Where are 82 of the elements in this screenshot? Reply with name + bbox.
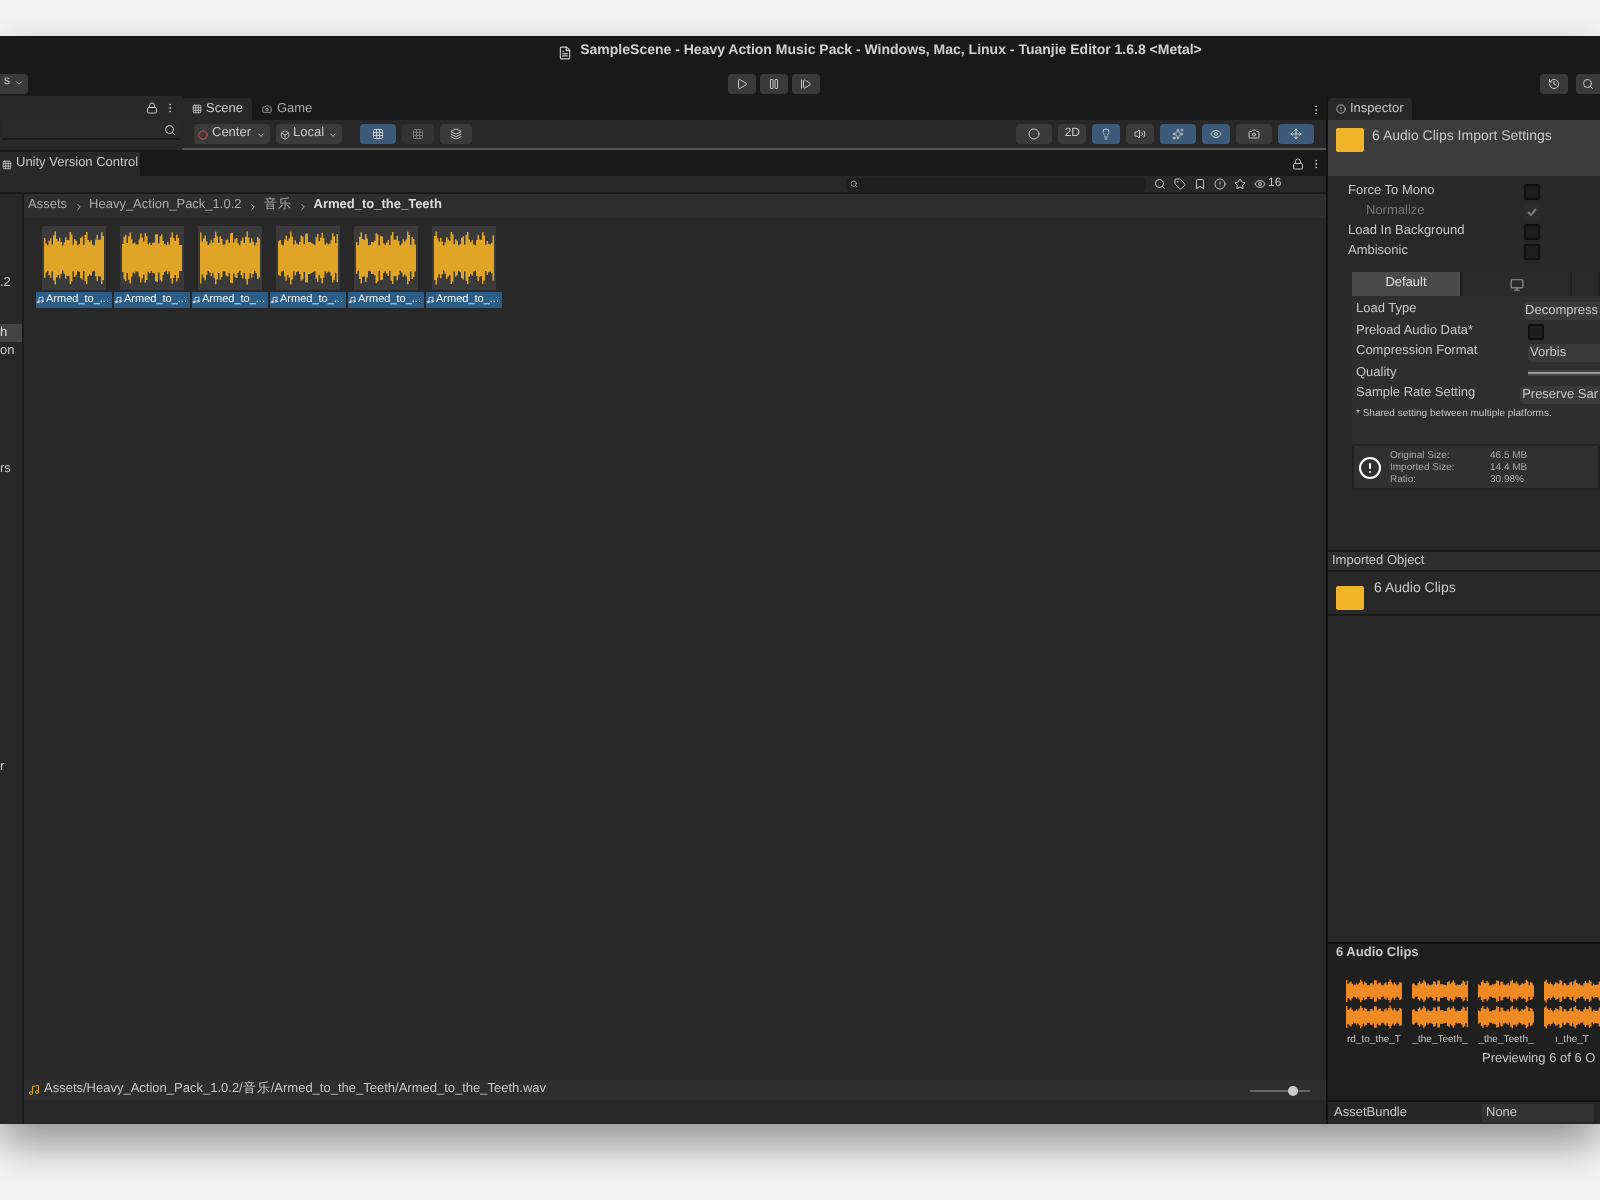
waveform-thumbnail[interactable] [432, 226, 496, 290]
music-note-icon [348, 296, 356, 305]
camera-icon [262, 104, 273, 114]
search-field[interactable] [846, 177, 1146, 191]
waveform-drawing [200, 230, 260, 286]
search-button[interactable] [1576, 73, 1600, 93]
info-icon [1336, 104, 1346, 114]
snap-button[interactable] [402, 124, 435, 144]
caret-icon [255, 129, 266, 139]
grid-icon [412, 128, 425, 140]
waveform-thumbnail[interactable] [354, 226, 418, 290]
history-button[interactable] [1540, 73, 1568, 93]
visibility-button[interactable] [1202, 124, 1230, 144]
search-icon [1154, 178, 1166, 190]
grid-snap-button[interactable] [360, 124, 397, 144]
waveform-thumbnail[interactable] [198, 226, 262, 290]
chevron-icon [297, 201, 308, 211]
checkbox[interactable] [1528, 323, 1544, 340]
tag-icon [1174, 178, 1186, 190]
grid-icon [372, 128, 385, 140]
label-icon [1194, 178, 1206, 190]
lock-icon [146, 102, 158, 114]
audio-clips-icon [1336, 585, 1364, 609]
waveform-thumbnail[interactable] [276, 226, 340, 290]
grid-icon [2, 159, 12, 169]
audio-clips-icon [1336, 128, 1364, 152]
chevron-icon [73, 201, 84, 211]
play-button[interactable] [728, 73, 756, 93]
gizmos-button[interactable] [1278, 124, 1314, 144]
chevron-icon [247, 201, 258, 211]
pause-icon [768, 77, 780, 89]
music-note-icon [114, 296, 122, 305]
waveform-thumbnail[interactable] [120, 226, 184, 290]
eye-icon [1254, 178, 1266, 190]
lock-icon [1292, 158, 1304, 170]
effects-button[interactable] [1160, 124, 1196, 144]
lighting-button[interactable] [1092, 124, 1120, 144]
caret-icon [328, 129, 339, 139]
waveform-drawing [356, 230, 416, 286]
monitor-icon [1509, 277, 1523, 291]
pause-button[interactable] [760, 73, 788, 93]
document-icon [558, 46, 573, 60]
waveform-thumbnail[interactable] [42, 226, 106, 290]
waveform-drawing [1346, 978, 1402, 1030]
waveform-drawing [1544, 978, 1600, 1030]
caret-icon [14, 78, 24, 88]
shading-dropdown[interactable] [1016, 124, 1053, 144]
move-icon [1290, 128, 1302, 140]
star-icon [1234, 178, 1246, 190]
waveform-drawing [278, 230, 338, 286]
search-icon [850, 180, 858, 188]
search-icon [164, 123, 176, 135]
camera-button[interactable] [1236, 124, 1272, 144]
waveform-drawing [434, 230, 494, 286]
step-button[interactable] [792, 73, 820, 93]
speaker-icon [1134, 128, 1146, 140]
eye-icon [1210, 128, 1222, 140]
lightbulb-icon [1100, 128, 1112, 140]
music-note-icon [36, 296, 44, 305]
grid-icon [192, 104, 202, 114]
layers-icon [450, 128, 463, 140]
sphere-icon [1028, 128, 1041, 140]
waveform-drawing [44, 230, 104, 286]
audio-button[interactable] [1126, 124, 1154, 144]
warning-icon [1214, 178, 1226, 190]
waveform-drawing [122, 230, 182, 286]
info-icon [1358, 455, 1382, 479]
search-icon [1582, 77, 1594, 89]
music-note-icon [270, 296, 278, 305]
camera-icon [1248, 128, 1260, 140]
step-icon [800, 77, 812, 89]
waveform-drawing [1412, 978, 1468, 1030]
play-icon [736, 77, 748, 89]
music-note-icon [426, 296, 434, 305]
cube-icon [279, 129, 290, 139]
history-icon [1548, 77, 1560, 89]
sparkles-icon [1172, 128, 1184, 140]
music-note-icon [192, 296, 200, 305]
circle-icon [198, 129, 208, 139]
increment-button[interactable] [440, 124, 473, 144]
audio-file-icon [28, 1084, 40, 1096]
waveform-drawing [1478, 978, 1534, 1030]
